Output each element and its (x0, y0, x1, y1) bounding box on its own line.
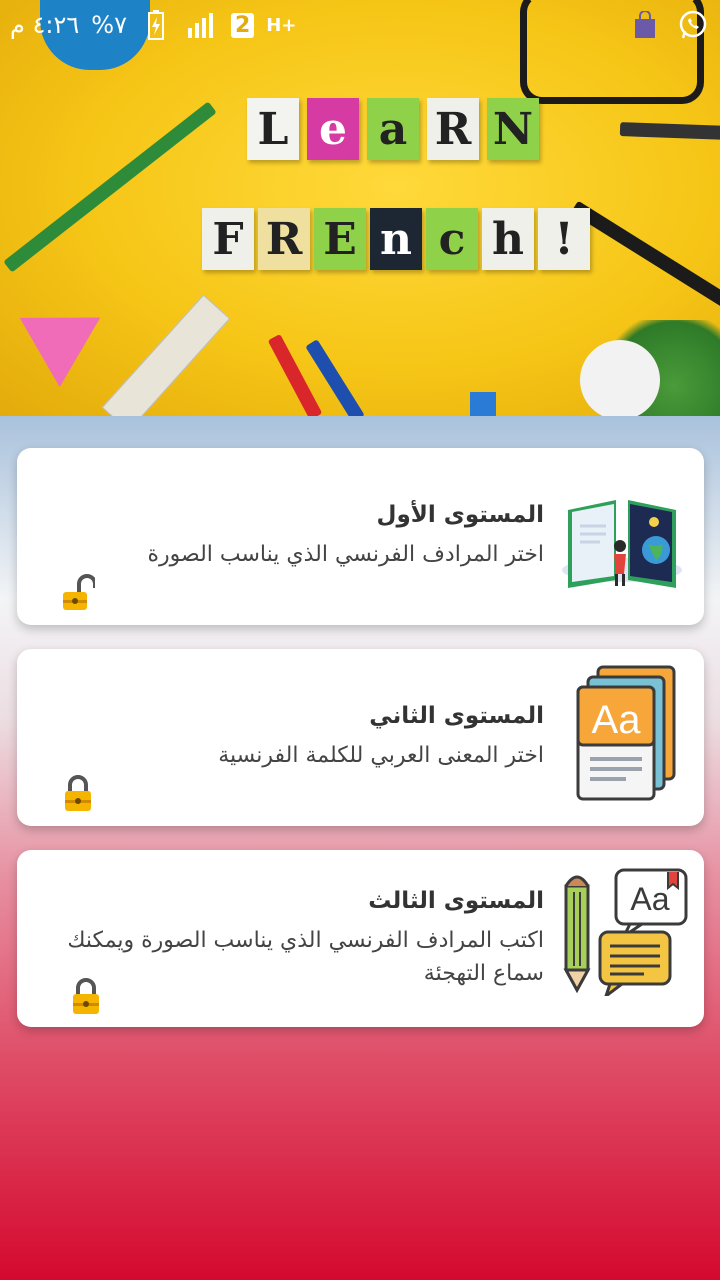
level-card-3[interactable]: Aa المستوى الثالث اكتب المرادف الفرنسي ا… (17, 850, 704, 1027)
letter-tile: c (426, 208, 478, 270)
level-title: المستوى الثاني (369, 703, 544, 729)
svg-text:Aa: Aa (630, 881, 669, 917)
signal-icon (185, 8, 219, 42)
sim-2-badge: 2 (230, 12, 255, 38)
pencil-speech-icon: Aa (560, 866, 690, 1001)
letter-tile: R (258, 208, 310, 270)
ruler-decoration (101, 294, 231, 416)
level-card-2[interactable]: Aa المستوى الثاني اختر المعنى العربي للك… (17, 649, 704, 826)
letter-tile: ! (538, 208, 590, 270)
status-bar: ٤:٢٦ م %٧ 2 H+ (0, 0, 720, 50)
clock: ٤:٢٦ م (10, 11, 80, 39)
pot-decoration (580, 340, 660, 416)
letter-tile: e (307, 98, 359, 160)
clip-decoration (470, 392, 496, 416)
letter-tile: a (367, 98, 419, 160)
book-illustration-icon (558, 470, 686, 598)
dictionary-cards-icon: Aa (558, 663, 686, 801)
level-subtitle: اكتب المرادف الفرنسي الذي يناسب الصورة و… (67, 927, 544, 986)
letter-tile: h (482, 208, 534, 270)
level-title: المستوى الثالث (368, 887, 544, 914)
letter-tile: n (370, 208, 422, 270)
battery-charging-icon (139, 8, 173, 42)
letter-tile: R (427, 98, 479, 160)
locked-padlock-icon (71, 978, 105, 1018)
level-title: المستوى الأول (376, 502, 544, 528)
level-card-text: المستوى الثالث اكتب المرادف الفرنسي الذي… (64, 850, 544, 1027)
letter-tile: F (202, 208, 254, 270)
whatsapp-icon (676, 8, 710, 42)
pink-arrow-decoration (19, 282, 121, 388)
letter-tile: E (314, 208, 366, 270)
letter-tile: L (247, 98, 299, 160)
level-card-1[interactable]: المستوى الأول اختر المرادف الفرنسي الذي … (17, 448, 704, 625)
pen-decoration (619, 122, 720, 140)
letter-tile: N (487, 98, 539, 160)
level-subtitle: اختر المرادف الفرنسي الذي يناسب الصورة (147, 542, 544, 567)
french-word: F R E n c h ! (202, 208, 590, 270)
black-pen-decoration (570, 200, 720, 314)
battery-percent: %٧ (91, 11, 127, 39)
level-card-text: المستوى الثاني اختر المعنى العربي للكلمة… (64, 649, 544, 826)
hero-banner: L e a R N F R E n c h ! (0, 0, 720, 416)
green-pencil-decoration (3, 101, 217, 273)
locked-padlock-icon (63, 775, 97, 815)
network-type: H+ (266, 14, 297, 36)
level-subtitle: اختر المعنى العربي للكلمة الفرنسية (218, 743, 544, 768)
level-card-text: المستوى الأول اختر المرادف الفرنسي الذي … (64, 448, 544, 625)
svg-text:Aa: Aa (592, 698, 642, 742)
learn-word: L e a R N (247, 98, 539, 160)
shopping-bag-icon (628, 8, 662, 42)
unlocked-padlock-icon (61, 574, 97, 614)
